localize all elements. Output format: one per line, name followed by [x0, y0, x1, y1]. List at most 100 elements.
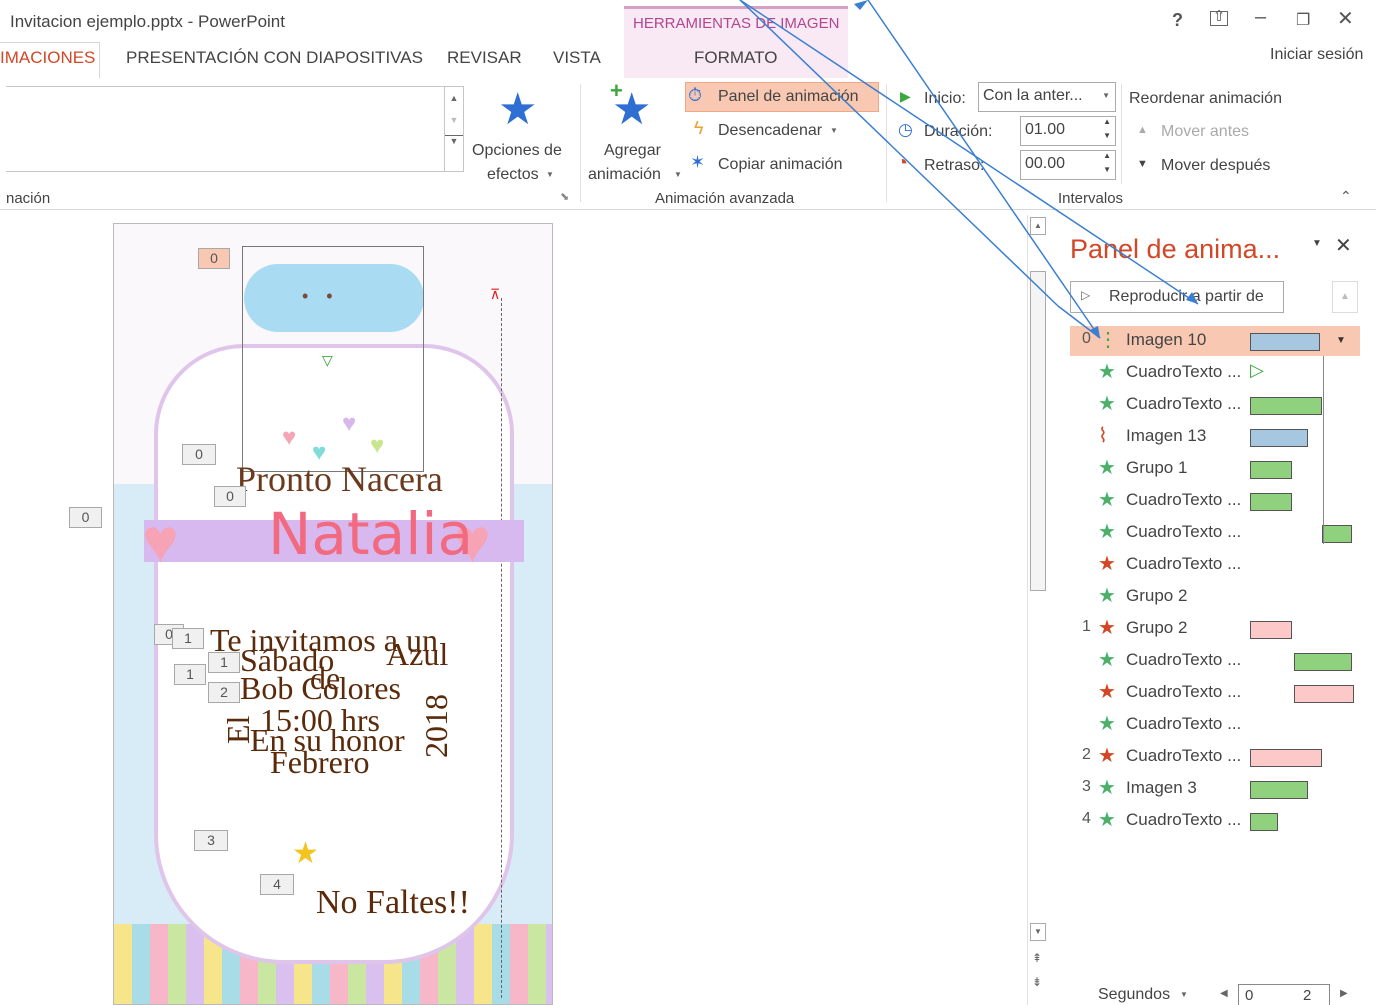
- timing-bar[interactable]: [1322, 525, 1352, 543]
- animation-list-item[interactable]: ★ CuadroTexto ...: [1070, 390, 1360, 420]
- next-slide-icon[interactable]: ⇟: [1032, 975, 1042, 989]
- move-later-button[interactable]: Mover después: [1161, 157, 1270, 175]
- animation-marker[interactable]: 4: [260, 874, 294, 895]
- add-animation-button[interactable]: ★ + Agregar animación ▼: [586, 78, 686, 184]
- animation-list-item[interactable]: ★ CuadroTexto ...: [1070, 678, 1360, 708]
- seconds-dropdown[interactable]: Segundos: [1098, 986, 1170, 1004]
- animation-list-item[interactable]: ★ CuadroTexto ...: [1070, 710, 1360, 740]
- timing-bar[interactable]: [1250, 813, 1278, 831]
- animation-list-item[interactable]: ★ CuadroTexto ...: [1070, 486, 1360, 516]
- collapse-ribbon-icon[interactable]: ⌃: [1340, 188, 1352, 205]
- spin-up-icon[interactable]: ▲: [1103, 117, 1111, 126]
- timing-bar[interactable]: [1250, 493, 1292, 511]
- timing-bar[interactable]: [1294, 653, 1352, 671]
- help-button[interactable]: ?: [1172, 10, 1183, 31]
- scroll-up-icon[interactable]: ▲: [1030, 217, 1046, 235]
- start-dropdown[interactable]: Con la anter... ▼: [978, 82, 1116, 112]
- tab-formato[interactable]: FORMATO: [694, 48, 777, 68]
- entrance-star-icon: ★: [1098, 489, 1116, 511]
- animation-marker[interactable]: 0: [182, 444, 216, 465]
- move-up-icon[interactable]: ▲: [1332, 281, 1358, 313]
- close-window-button[interactable]: ✕: [1337, 6, 1354, 31]
- dialog-launcher-icon[interactable]: ⬊: [560, 190, 569, 203]
- timing-bar[interactable]: [1250, 333, 1320, 351]
- animation-list-item[interactable]: 1 ★ Grupo 2: [1070, 614, 1360, 644]
- text-pronto[interactable]: Pronto Nacera: [236, 458, 443, 500]
- text-feb[interactable]: Febrero: [270, 744, 370, 781]
- delay-spinner[interactable]: 00.00 ▲ ▼: [1020, 150, 1116, 180]
- scroll-thumb[interactable]: [1030, 271, 1046, 591]
- animation-list-item[interactable]: ★ Grupo 2: [1070, 582, 1360, 612]
- advanced-group-label: Animación avanzada: [655, 190, 795, 207]
- animation-list-item[interactable]: 4 ★ CuadroTexto ...: [1070, 806, 1360, 836]
- text-name[interactable]: Natalia: [268, 500, 473, 568]
- timing-bar[interactable]: [1250, 621, 1292, 639]
- animation-list-item[interactable]: 2 ★ CuadroTexto ...: [1070, 742, 1360, 772]
- animation-pane-button[interactable]: ⏱ Panel de animación: [685, 82, 879, 112]
- animation-list-item[interactable]: ★ CuadroTexto ... ▷: [1070, 358, 1360, 388]
- animation-marker[interactable]: 0: [214, 486, 246, 507]
- duration-spinner[interactable]: 01.00 ▲ ▼: [1020, 116, 1116, 146]
- editor-scrollbar[interactable]: ▲ ▼ ⇞ ⇟: [1027, 215, 1047, 1005]
- gallery-up-icon[interactable]: ▲: [445, 93, 463, 103]
- animation-marker[interactable]: 0: [69, 507, 102, 528]
- text-de[interactable]: de: [310, 660, 340, 697]
- exit-star-icon: ★: [1098, 681, 1116, 703]
- minimize-button[interactable]: –: [1255, 6, 1266, 29]
- gallery-down-icon[interactable]: ▼: [445, 115, 463, 125]
- sign-in-link[interactable]: Iniciar sesión: [1270, 46, 1363, 64]
- timing-bar[interactable]: [1294, 685, 1354, 703]
- item-dropdown-icon[interactable]: ▼: [1336, 335, 1346, 346]
- slide-canvas[interactable]: •• ♥ ♥ ♥ ♥ ▽ ⊼ ♥ ♥ Pronto Nacera Natalia…: [113, 223, 553, 1005]
- animation-list-item[interactable]: ★ Grupo 1: [1070, 454, 1360, 484]
- play-from-button[interactable]: ▷ Reproducir a partir de: [1070, 281, 1284, 313]
- animation-group-label: nación: [6, 190, 51, 207]
- gallery-scroll[interactable]: ▲ ▼ ▼: [444, 86, 464, 172]
- spin-up-icon[interactable]: ▲: [1103, 151, 1111, 160]
- effect-options-button[interactable]: ★ Opciones de efectos ▼: [470, 84, 570, 184]
- animation-list-item[interactable]: ★ CuadroTexto ...: [1070, 518, 1360, 548]
- selection-box[interactable]: [242, 246, 424, 472]
- text-year[interactable]: 2018: [418, 694, 455, 758]
- motion-path-icon: ⌇: [1098, 425, 1108, 447]
- spin-down-icon[interactable]: ▼: [1103, 131, 1111, 140]
- text-faltes[interactable]: No Faltes!!: [316, 884, 470, 922]
- timing-bar[interactable]: [1250, 461, 1292, 479]
- restore-button[interactable]: ❐: [1296, 10, 1310, 30]
- animation-marker[interactable]: 1: [208, 652, 240, 673]
- animation-list-item[interactable]: ★ CuadroTexto ...: [1070, 550, 1360, 580]
- timeline-right-icon[interactable]: ▶: [1340, 988, 1348, 999]
- timeline-left-icon[interactable]: ◀: [1220, 988, 1228, 999]
- chevron-down-icon: ▼: [546, 170, 554, 179]
- timing-bar[interactable]: [1250, 429, 1308, 447]
- gallery-more-icon[interactable]: ▼: [445, 135, 463, 146]
- scroll-down-icon[interactable]: ▼: [1030, 923, 1046, 941]
- close-pane-icon[interactable]: ✕: [1335, 233, 1352, 258]
- spin-down-icon[interactable]: ▼: [1103, 165, 1111, 174]
- animation-marker[interactable]: 1: [174, 664, 206, 685]
- animation-gallery[interactable]: [6, 86, 446, 172]
- animation-list-item[interactable]: 3 ★ Imagen 3: [1070, 774, 1360, 804]
- text-azul[interactable]: Azul: [386, 636, 448, 673]
- timing-bar[interactable]: [1250, 749, 1322, 767]
- copy-animation-button[interactable]: ✶ Copiar animación: [690, 152, 870, 180]
- animation-marker[interactable]: 3: [194, 830, 228, 851]
- tab-presentacion[interactable]: PRESENTACIÓN CON DIAPOSITIVAS: [126, 48, 423, 68]
- prev-slide-icon[interactable]: ⇞: [1032, 951, 1042, 965]
- animation-list-item[interactable]: ⌇ Imagen 13: [1070, 422, 1360, 452]
- text-el[interactable]: El: [220, 716, 257, 744]
- trigger-button[interactable]: ϟ Desencadenar ▼: [690, 118, 870, 146]
- timing-bar[interactable]: [1250, 397, 1322, 415]
- animation-marker[interactable]: 0: [198, 248, 230, 269]
- item-label: CuadroTexto ...: [1126, 746, 1242, 765]
- move-earlier-button[interactable]: Mover antes: [1161, 123, 1249, 141]
- animation-marker[interactable]: 1: [172, 628, 204, 649]
- ribbon-display-icon[interactable]: ⇧: [1210, 9, 1228, 26]
- animation-marker[interactable]: 2: [208, 682, 240, 703]
- timing-bar[interactable]: [1250, 781, 1308, 799]
- pane-options-icon[interactable]: ▼: [1312, 238, 1322, 249]
- animation-list-item[interactable]: 0 ⋮ Imagen 10 ▼: [1070, 326, 1360, 356]
- animation-list-item[interactable]: ★ CuadroTexto ...: [1070, 646, 1360, 676]
- tab-vista[interactable]: VISTA: [553, 48, 601, 68]
- tab-revisar[interactable]: REVISAR: [447, 48, 522, 68]
